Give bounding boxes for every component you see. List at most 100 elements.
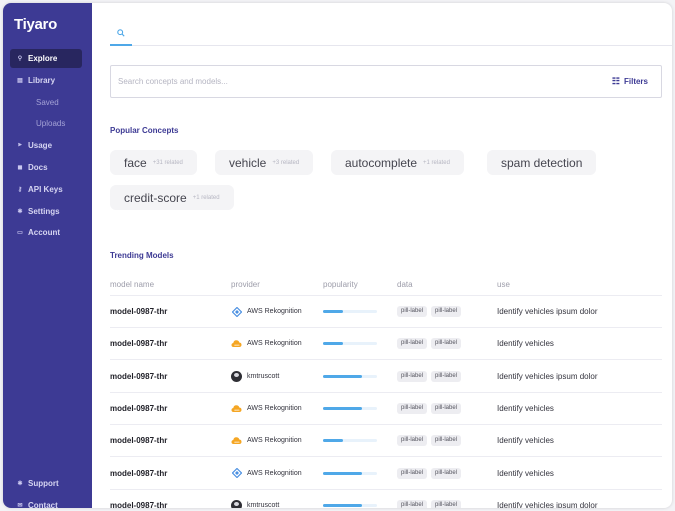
- column-header[interactable]: provider: [231, 280, 260, 289]
- model-name[interactable]: model-0987-thr: [110, 458, 167, 489]
- data-cell: pill-label pill-label: [397, 296, 465, 327]
- provider-cell: aws AWS Rekognition: [231, 425, 302, 456]
- data-pill[interactable]: pill-label: [397, 306, 428, 317]
- data-pill[interactable]: pill-label: [397, 402, 428, 414]
- sidebar-item-label: Contact: [28, 500, 58, 508]
- table-row[interactable]: model-0987-thr AWS Rekognition pill-label p…: [110, 296, 662, 328]
- provider-cell: AWS Rekognition: [231, 296, 302, 327]
- data-pill[interactable]: pill-label: [397, 338, 428, 350]
- svg-text:aws: aws: [234, 440, 240, 444]
- provider-cell: aws AWS Rekognition: [231, 328, 302, 359]
- concept-chip[interactable]: vehicle +3 related: [215, 150, 314, 175]
- sidebar-item-saved[interactable]: Saved: [10, 93, 82, 112]
- column-header[interactable]: popularity: [323, 280, 358, 289]
- provider-cell: kmtruscott: [231, 490, 279, 508]
- avatar: [231, 499, 242, 508]
- provider-name: kmtruscott: [247, 501, 280, 508]
- concept-chip[interactable]: autocomplete +1 related: [331, 150, 464, 175]
- sidebar-item-api-keys[interactable]: ⚷ API Keys: [10, 180, 82, 199]
- column-header[interactable]: data: [397, 280, 413, 289]
- concept-chip[interactable]: credit-score +1 related: [110, 185, 234, 210]
- use-description: Identify vehicles: [497, 436, 554, 446]
- sidebar-item-settings[interactable]: ✱ Settings: [10, 202, 82, 221]
- sidebar-item-uploads[interactable]: Uploads: [10, 114, 82, 133]
- concept-related-count: +31 related: [152, 159, 183, 166]
- popularity-cell: [323, 458, 377, 489]
- popularity-bar-fill: [323, 503, 362, 507]
- data-cell: pill-label pill-label: [397, 425, 465, 456]
- data-pill[interactable]: pill-label: [397, 435, 428, 447]
- use-description: Identify vehicles: [497, 468, 554, 478]
- model-name[interactable]: model-0987-thr: [110, 393, 167, 424]
- cloud-icon: aws: [231, 435, 242, 446]
- provider-name: AWS Rekognition: [247, 469, 302, 477]
- sidebar-item-contact[interactable]: ✉ Contact: [10, 496, 82, 508]
- sidebar-item-library[interactable]: ▤ Library: [10, 71, 82, 90]
- popularity-cell: [323, 328, 377, 359]
- use-description: Identify vehicles ipsum dolor: [497, 307, 598, 316]
- app-logo[interactable]: Tiyaro: [14, 16, 57, 33]
- concept-name: autocomplete: [345, 155, 418, 170]
- search-input[interactable]: [118, 77, 598, 86]
- account-icon: ▭: [17, 230, 23, 237]
- data-pill[interactable]: pill-label: [397, 467, 428, 479]
- main-content: ☷ Filters Popular Concepts face +31 relat…: [92, 3, 672, 508]
- provider-cell: AWS Rekognition: [231, 458, 302, 489]
- data-pill[interactable]: pill-label: [397, 370, 428, 382]
- model-name[interactable]: model-0987-thr: [110, 490, 167, 508]
- data-pill[interactable]: pill-label: [431, 435, 462, 447]
- data-pill[interactable]: pill-label: [431, 499, 462, 508]
- sidebar-item-account[interactable]: ▭ Account: [10, 223, 82, 242]
- model-name[interactable]: model-0987-thr: [110, 425, 167, 456]
- use-description: Identify vehicles ipsum dolor: [497, 371, 598, 381]
- model-name[interactable]: model-0987-thr: [110, 361, 167, 392]
- table-row[interactable]: model-0987-thr kmtruscott pill-label pill-l…: [110, 490, 662, 508]
- popular-concepts-heading: Popular Concepts: [110, 126, 179, 135]
- model-name[interactable]: model-0987-thr: [110, 328, 167, 359]
- popularity-cell: [323, 425, 377, 456]
- popularity-bar-fill: [323, 406, 362, 410]
- tab-bar: [110, 22, 672, 46]
- sidebar-item-docs[interactable]: ◼ Docs: [10, 158, 82, 177]
- sidebar-item-explore[interactable]: ⚲ Explore: [10, 49, 82, 68]
- tab-search[interactable]: [110, 22, 132, 46]
- popularity-bar: [323, 406, 377, 410]
- table-row[interactable]: model-0987-thr kmtruscott pill-label pill-l…: [110, 361, 662, 393]
- concept-related-count: +1 related: [192, 194, 220, 201]
- column-header[interactable]: model name: [110, 280, 154, 289]
- data-cell: pill-label pill-label: [397, 490, 465, 508]
- data-pill[interactable]: pill-label: [431, 370, 462, 382]
- docs-icon: ◼: [17, 164, 23, 171]
- sidebar-item-usage[interactable]: ⫸ Usage: [10, 136, 82, 155]
- cloud-icon: aws: [231, 403, 242, 414]
- filters-button[interactable]: ☷ Filters: [612, 76, 648, 87]
- concept-related-count: +1 related: [423, 159, 450, 166]
- popularity-bar-fill: [323, 471, 362, 475]
- sidebar-item-support[interactable]: ✱ Support: [10, 474, 82, 493]
- sidebar-nav: ⚲ Explore ▤ Library Saved Uploads ⫸ Usage ◼ Docs ⚷…: [10, 49, 82, 245]
- data-pill[interactable]: pill-label: [431, 402, 462, 414]
- table-row[interactable]: model-0987-thr AWS Rekognition pill-label p…: [110, 458, 662, 490]
- table-row[interactable]: model-0987-thr aws AWS Rekognition pill-lab…: [110, 328, 662, 361]
- data-pill[interactable]: pill-label: [431, 338, 462, 350]
- provider-name: AWS Rekognition: [247, 308, 302, 315]
- table-row[interactable]: model-0987-thr aws AWS Rekognition pill-lab…: [110, 425, 662, 458]
- concept-chip[interactable]: face +31 related: [110, 150, 197, 175]
- filters-label: Filters: [623, 77, 648, 86]
- popularity-bar-fill: [323, 439, 343, 443]
- avatar-icon: [231, 370, 242, 382]
- sidebar-item-label: Explore: [28, 54, 58, 63]
- table-row[interactable]: model-0987-thr aws AWS Rekognition pill-lab…: [110, 393, 662, 425]
- data-pill[interactable]: pill-label: [431, 467, 462, 479]
- popularity-bar: [323, 439, 377, 443]
- column-header[interactable]: use: [497, 280, 510, 289]
- svg-text:aws: aws: [234, 408, 240, 412]
- provider-name: AWS Rekognition: [247, 437, 302, 445]
- svg-text:aws: aws: [234, 343, 240, 347]
- model-name[interactable]: model-0987-thr: [110, 296, 167, 327]
- data-pill[interactable]: pill-label: [431, 306, 462, 317]
- data-cell: pill-label pill-label: [397, 393, 465, 424]
- data-pill[interactable]: pill-label: [397, 499, 428, 508]
- data-cell: pill-label pill-label: [397, 361, 465, 392]
- concept-chip[interactable]: spam detection: [487, 150, 597, 175]
